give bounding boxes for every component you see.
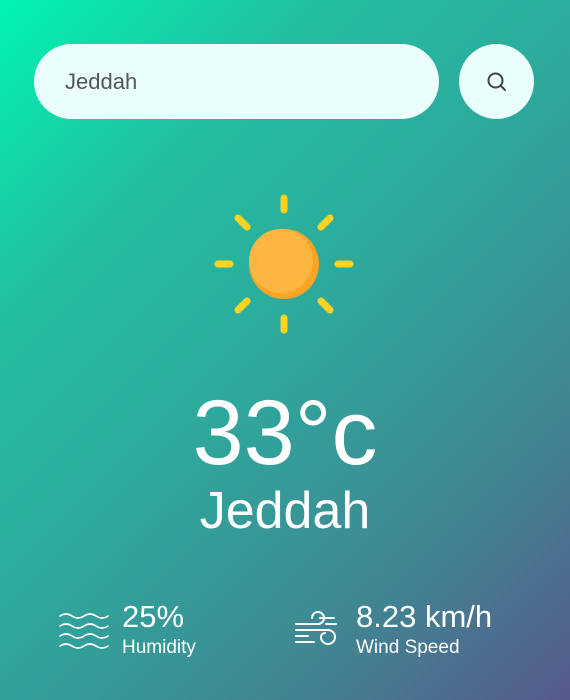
search-input[interactable]: [34, 44, 439, 119]
humidity-stat: 25% Humidity: [58, 598, 196, 662]
humidity-label: Humidity: [122, 637, 196, 658]
search-icon: [487, 72, 506, 91]
humidity-waves-icon: [59, 613, 109, 649]
wind-icon: [295, 611, 337, 645]
wind-speed-label: Wind Speed: [356, 637, 460, 658]
humidity-value: 25%: [122, 599, 185, 634]
search-button[interactable]: [459, 44, 534, 119]
temperature: 33°c: [192, 382, 378, 484]
search-bar: [34, 44, 534, 119]
wind-stat: 8.23 km/h Wind Speed: [292, 598, 492, 662]
city-name: Jeddah: [199, 482, 371, 540]
wind-speed-value: 8.23 km/h: [356, 599, 493, 634]
sun-icon: [214, 194, 354, 334]
